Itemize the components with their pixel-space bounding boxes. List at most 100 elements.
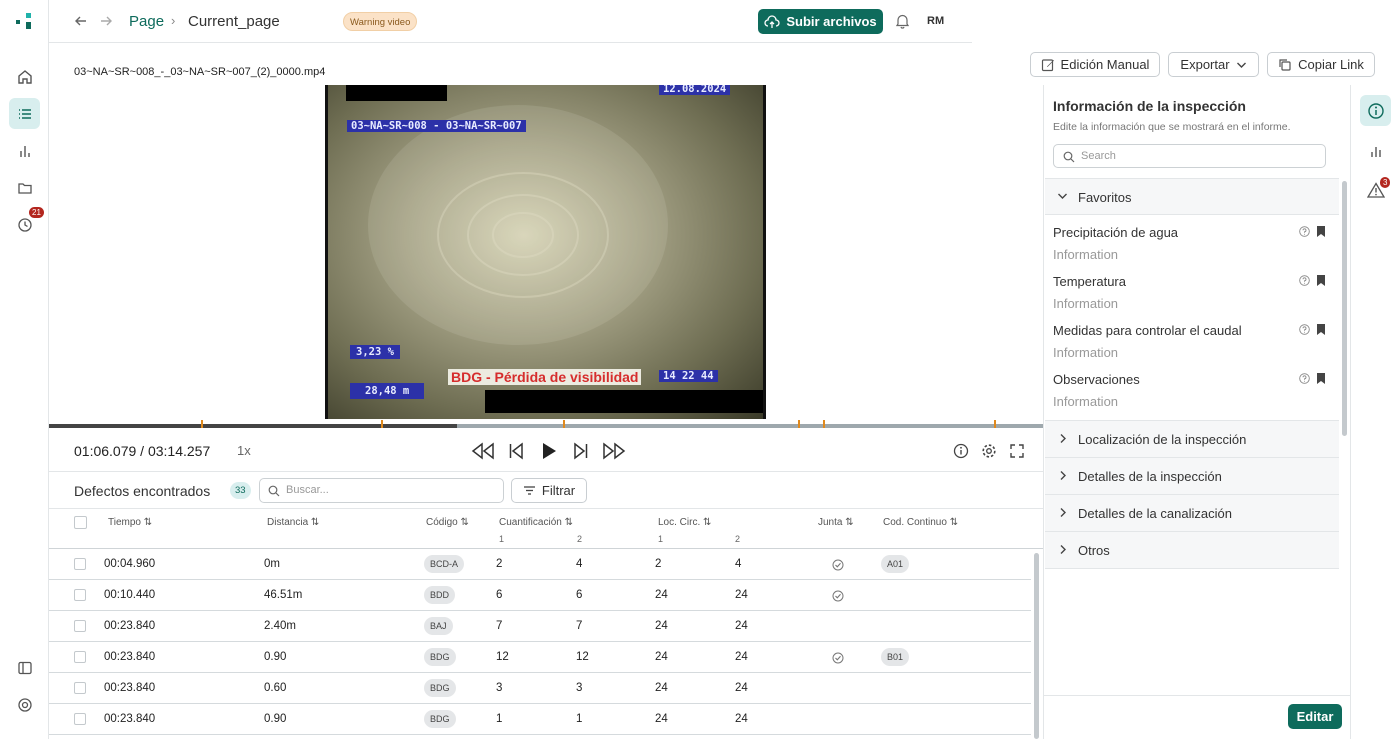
field-label: Temperatura <box>1053 274 1126 289</box>
row-checkbox[interactable] <box>74 558 86 570</box>
fast-forward-icon[interactable] <box>602 442 626 460</box>
cell-distance: 0m <box>264 558 280 570</box>
defects-search-input[interactable]: Buscar... <box>259 478 504 503</box>
cloud-upload-icon <box>764 14 780 28</box>
rewind-icon[interactable] <box>471 442 495 460</box>
defect-marker[interactable] <box>823 420 826 428</box>
help-circle-icon[interactable] <box>1299 275 1310 286</box>
help-icon[interactable] <box>9 689 40 720</box>
field-value[interactable]: Information <box>1053 296 1118 311</box>
edit-button[interactable]: Editar <box>1288 704 1342 729</box>
row-checkbox[interactable] <box>74 682 86 694</box>
video-frame[interactable]: 12.08.2024 03~NA~SR~008 - 03~NA~SR~007 3… <box>325 85 766 419</box>
section-accordion[interactable]: Detalles de la canalización <box>1045 495 1339 532</box>
manual-edit-button[interactable]: Edición Manual <box>1030 52 1160 77</box>
col-cuantificacion[interactable]: Cuantificación ⇅ <box>499 517 573 528</box>
copy-link-button[interactable]: Copiar Link <box>1267 52 1375 77</box>
defect-marker[interactable] <box>201 420 204 428</box>
help-circle-icon[interactable] <box>1299 373 1310 384</box>
cell-cod-continuo: A01 <box>881 555 910 573</box>
settings-icon[interactable] <box>981 443 997 459</box>
cell-loc-2: 24 <box>735 589 748 601</box>
play-icon[interactable] <box>541 442 557 460</box>
overlay-clock: 14 22 44 <box>659 370 718 382</box>
cell-code: BDG <box>424 648 456 666</box>
progress-bar[interactable] <box>49 420 1043 428</box>
player-controls: 01:06.079 / 03:14.257 1x <box>49 429 1043 472</box>
table-row[interactable]: 00:10.440 46.51m BDD 6 6 24 24 <box>49 580 1031 611</box>
bookmark-icon[interactable] <box>1316 274 1326 287</box>
panel-search-input[interactable]: Search <box>1053 144 1326 168</box>
cell-distance: 0.90 <box>264 651 287 663</box>
col-distancia[interactable]: Distancia ⇅ <box>267 517 319 528</box>
fullscreen-icon[interactable] <box>1009 443 1025 459</box>
section-label: Detalles de la inspección <box>1078 469 1222 484</box>
favorites-accordion[interactable]: Favoritos <box>1045 178 1339 215</box>
bookmark-icon[interactable] <box>1316 323 1326 336</box>
back-arrow-icon[interactable] <box>74 14 88 28</box>
step-back-icon[interactable] <box>508 442 524 460</box>
bookmark-icon[interactable] <box>1316 225 1326 238</box>
col-cod-continuo[interactable]: Cod. Continuo ⇅ <box>883 517 958 528</box>
bell-icon[interactable] <box>895 13 910 29</box>
home-icon[interactable] <box>9 61 40 92</box>
cell-time: 00:10.440 <box>104 589 156 601</box>
defect-marker[interactable] <box>562 420 565 428</box>
defect-marker[interactable] <box>994 420 997 428</box>
table-row[interactable]: 00:23.840 0.60 BDG 3 3 24 24 <box>49 673 1031 704</box>
row-checkbox[interactable] <box>74 589 86 601</box>
section-accordion[interactable]: Localización de la inspección <box>1045 421 1339 458</box>
info-icon[interactable] <box>953 443 969 459</box>
select-all-checkbox[interactable] <box>74 516 87 529</box>
field-value[interactable]: Information <box>1053 345 1118 360</box>
table-row[interactable]: 00:23.840 2.40m BAJ 7 7 24 24 <box>49 611 1031 642</box>
app-logo[interactable] <box>16 13 34 29</box>
stats-tab-icon[interactable] <box>1360 135 1391 166</box>
breadcrumb-page[interactable]: Page <box>129 13 164 30</box>
table-scrollbar[interactable] <box>1034 553 1039 739</box>
speed-selector[interactable]: 1x <box>237 443 251 458</box>
list-icon[interactable] <box>9 98 40 129</box>
table-row[interactable]: 00:23.840 0.90 BDG 12 12 24 24 B01 <box>49 642 1031 673</box>
table-header: Tiempo ⇅ Distancia ⇅ Código ⇅ Cuantifica… <box>49 509 1043 549</box>
panel-scrollbar[interactable] <box>1342 181 1347 436</box>
bookmark-icon[interactable] <box>1316 372 1326 385</box>
export-dropdown[interactable]: Exportar <box>1168 52 1259 77</box>
panel-toggle-icon[interactable] <box>9 652 40 683</box>
col-loc-circ[interactable]: Loc. Circ. ⇅ <box>658 517 711 528</box>
col-junta[interactable]: Junta ⇅ <box>818 517 854 528</box>
cell-cuant-1: 12 <box>496 651 509 663</box>
section-accordion[interactable]: Detalles de la inspección <box>1045 458 1339 495</box>
info-tab-icon[interactable] <box>1360 95 1391 126</box>
cell-loc-2: 24 <box>735 713 748 725</box>
help-circle-icon[interactable] <box>1299 324 1310 335</box>
cell-code: BDG <box>424 710 456 728</box>
field-value[interactable]: Information <box>1053 394 1118 409</box>
avatar[interactable]: RM <box>927 15 944 27</box>
chart-icon[interactable] <box>9 135 40 166</box>
chevron-down-icon <box>1058 193 1067 199</box>
row-checkbox[interactable] <box>74 620 86 632</box>
cell-loc-1: 2 <box>655 558 662 570</box>
forward-arrow-icon[interactable] <box>99 14 113 28</box>
filter-button[interactable]: Filtrar <box>511 478 587 503</box>
defect-marker[interactable] <box>380 420 383 428</box>
step-forward-icon[interactable] <box>573 442 589 460</box>
section-label: Localización de la inspección <box>1078 432 1247 447</box>
row-checkbox[interactable] <box>74 651 86 663</box>
col-tiempo[interactable]: Tiempo ⇅ <box>108 517 152 528</box>
col-codigo[interactable]: Código ⇅ <box>426 517 469 528</box>
defect-marker[interactable] <box>798 420 801 428</box>
left-rail: 21 <box>0 0 49 739</box>
table-row[interactable]: 00:04.960 0m BCD-A 2 4 2 4 A01 <box>49 549 1031 580</box>
table-row[interactable]: 00:23.840 0.90 BDG 1 1 24 24 <box>49 704 1031 735</box>
folder-icon[interactable] <box>9 172 40 203</box>
help-circle-icon[interactable] <box>1299 226 1310 237</box>
section-accordion[interactable]: Otros <box>1045 532 1339 569</box>
video-player[interactable]: 12.08.2024 03~NA~SR~008 - 03~NA~SR~007 3… <box>49 85 1043 423</box>
row-checkbox[interactable] <box>74 713 86 725</box>
manual-edit-label: Edición Manual <box>1060 57 1150 72</box>
upload-button[interactable]: Subir archivos <box>758 9 883 34</box>
cell-loc-2: 24 <box>735 682 748 694</box>
field-value[interactable]: Information <box>1053 247 1118 262</box>
